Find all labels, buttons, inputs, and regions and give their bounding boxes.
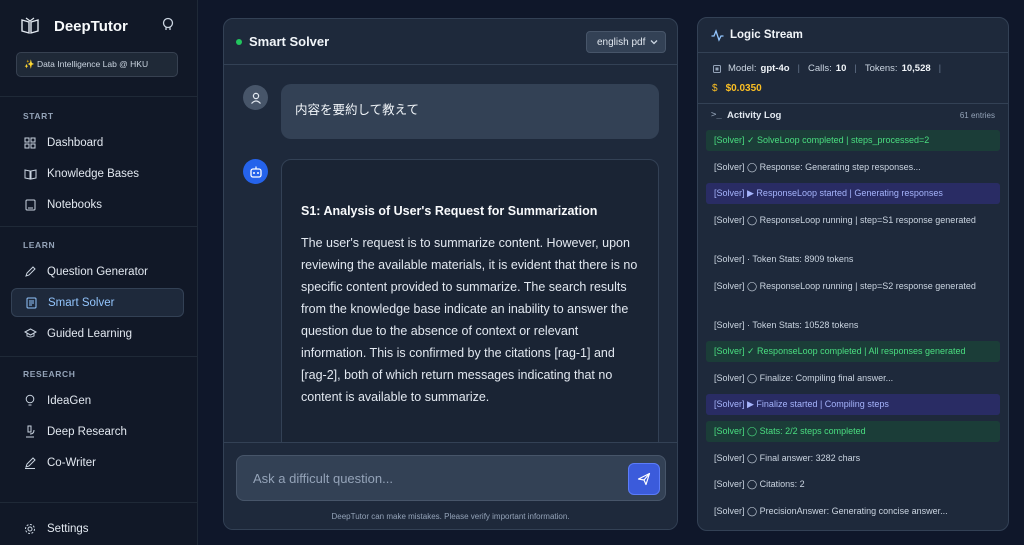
sidebar-item-notebooks[interactable]: Notebooks bbox=[11, 190, 184, 219]
logic-header: Logic Stream bbox=[698, 18, 1008, 53]
lab-badge[interactable]: ✨ Data Intelligence Lab @ HKU bbox=[16, 52, 178, 77]
log-entry: [Solver] ◯ Citations: 2 bbox=[714, 479, 805, 489]
brand-name: DeepTutor bbox=[54, 17, 128, 35]
knowledge-base-select[interactable]: english pdf bbox=[586, 31, 666, 53]
section-research: RESEARCH bbox=[23, 369, 76, 379]
sidebar-item-dashboard[interactable]: Dashboard bbox=[11, 128, 184, 157]
sidebar-item-settings[interactable]: Settings bbox=[11, 514, 184, 543]
logic-stream-panel: Logic Stream Model: gpt-4o | Calls: 10 | T… bbox=[697, 17, 1009, 531]
user-avatar bbox=[243, 85, 268, 110]
kb-select-value: english pdf bbox=[597, 36, 646, 48]
log-entry: [Solver] ✓ ResponseLoop completed | All … bbox=[706, 341, 1000, 362]
sidebar-item-label: Notebooks bbox=[47, 198, 102, 211]
chip-icon bbox=[713, 64, 721, 73]
question-input[interactable] bbox=[236, 455, 666, 501]
sidebar-item-ideagen[interactable]: IdeaGen bbox=[11, 386, 184, 415]
section-start: START bbox=[23, 111, 54, 121]
activity-log-title: Activity Log bbox=[727, 110, 782, 121]
cost-value: $0.0350 bbox=[725, 83, 762, 94]
sidebar-item-smart-solver[interactable]: Smart Solver bbox=[11, 288, 184, 317]
user-icon bbox=[250, 92, 261, 104]
chat-header: Smart Solver english pdf bbox=[224, 19, 677, 65]
sidebar-item-deep-research[interactable]: Deep Research bbox=[11, 417, 184, 446]
usage-stats: Model: gpt-4o | Calls: 10 | Tokens: 10,528 … bbox=[698, 54, 1008, 104]
divider bbox=[0, 356, 197, 357]
sidebar-item-question-generator[interactable]: Question Generator bbox=[11, 257, 184, 286]
sidebar-item-label: Knowledge Bases bbox=[47, 167, 140, 180]
calls-value: 10 bbox=[835, 63, 847, 74]
log-entry: [Solver] ◯ Final answer: 3282 chars bbox=[714, 453, 861, 463]
log-entry: [Solver] ▶ Finalize started | Compiling … bbox=[706, 394, 1000, 415]
user-message: 内容を要約して教えて bbox=[281, 84, 659, 139]
logic-title: Logic Stream bbox=[730, 29, 803, 41]
log-entry: [Solver] ◯ Response: Generating step res… bbox=[714, 162, 921, 172]
bot-avatar bbox=[243, 159, 268, 184]
log-entry: [Solver] ◯ ResponseLoop running | step=S… bbox=[714, 281, 976, 291]
log-entry: [Solver] ✓ SolveLoop completed | steps_p… bbox=[706, 130, 1000, 151]
send-icon bbox=[637, 472, 651, 486]
sidebar-item-co-writer[interactable]: Co-Writer bbox=[11, 448, 184, 477]
robot-icon bbox=[249, 166, 262, 178]
book-logo-icon bbox=[20, 16, 40, 36]
log-entry: [Solver] ◯ Finalize: Compiling final ans… bbox=[714, 373, 894, 383]
chat-footer: DeepTutor can make mistakes. Please veri… bbox=[224, 442, 677, 529]
divider bbox=[0, 502, 197, 503]
microscope-icon bbox=[23, 425, 37, 439]
terminal-icon: >_ bbox=[711, 110, 722, 120]
assistant-heading: S1: Analysis of User's Request for Summa… bbox=[301, 204, 598, 218]
log-entry: [Solver] ▶ ResponseLoop started | Genera… bbox=[706, 183, 1000, 204]
log-entry: [Solver] ◯ ResponseLoop running | step=S… bbox=[714, 215, 976, 225]
section-learn: LEARN bbox=[23, 240, 56, 250]
gear-icon bbox=[23, 522, 37, 536]
send-button[interactable] bbox=[628, 463, 660, 495]
chat-panel: Smart Solver english pdf 内容を要約して教えて S1: … bbox=[223, 18, 678, 530]
edit-icon bbox=[23, 456, 37, 470]
github-icon[interactable] bbox=[160, 16, 176, 32]
open-book-icon bbox=[23, 167, 37, 181]
divider bbox=[0, 226, 197, 227]
divider bbox=[0, 96, 197, 97]
chat-messages[interactable]: 内容を要約して教えて S1: Analysis of User's Reques… bbox=[224, 66, 677, 442]
sidebar-item-label: Dashboard bbox=[47, 136, 104, 149]
activity-log-header: >_ Activity Log 61 entries bbox=[698, 105, 1008, 127]
sidebar-item-label: Deep Research bbox=[47, 425, 127, 438]
tokens-label: Tokens: bbox=[864, 63, 898, 74]
assistant-message: S1: Analysis of User's Request for Summa… bbox=[281, 159, 659, 442]
sidebar-item-label: Settings bbox=[47, 522, 89, 535]
dollar-icon: $ bbox=[712, 83, 718, 94]
model-value: gpt-4o bbox=[760, 63, 790, 74]
status-dot bbox=[236, 39, 242, 45]
sidebar-item-label: Guided Learning bbox=[47, 327, 133, 340]
sidebar-item-label: Smart Solver bbox=[48, 296, 115, 309]
sidebar-item-label: Question Generator bbox=[47, 265, 149, 278]
chat-title: Smart Solver bbox=[249, 34, 330, 49]
tokens-value: 10,528 bbox=[901, 63, 931, 74]
grid-icon bbox=[23, 136, 37, 150]
log-entry: [Solver] ◯ PrecisionAnswer: Generating c… bbox=[714, 506, 948, 516]
log-entry: [Solver] · Token Stats: 10528 tokens bbox=[714, 320, 859, 330]
document-icon bbox=[24, 296, 38, 310]
chevron-down-icon bbox=[650, 40, 658, 45]
log-entry: [Solver] · Token Stats: 8909 tokens bbox=[714, 254, 854, 264]
log-entry-count: 61 entries bbox=[959, 111, 995, 120]
activity-icon bbox=[711, 29, 724, 42]
brand[interactable]: DeepTutor bbox=[20, 14, 180, 38]
graduation-cap-icon bbox=[23, 327, 37, 341]
sidebar: DeepTutor ✨ Data Intelligence Lab @ HKU … bbox=[0, 0, 198, 545]
model-label: Model: bbox=[728, 63, 757, 74]
log-entry: [Solver] ◯ Stats: 2/2 steps completed bbox=[706, 421, 1000, 442]
pen-icon bbox=[23, 265, 37, 279]
assistant-text: The user's request is to summarize conte… bbox=[301, 236, 638, 404]
calls-label: Calls: bbox=[808, 63, 832, 74]
disclaimer: DeepTutor can make mistakes. Please veri… bbox=[331, 512, 570, 521]
notebook-icon bbox=[23, 198, 37, 212]
lightbulb-icon bbox=[23, 394, 37, 408]
sidebar-item-label: IdeaGen bbox=[47, 394, 92, 407]
sidebar-item-guided-learning[interactable]: Guided Learning bbox=[11, 319, 184, 348]
sidebar-item-label: Co-Writer bbox=[47, 456, 96, 469]
sidebar-item-knowledge-bases[interactable]: Knowledge Bases bbox=[11, 159, 184, 188]
